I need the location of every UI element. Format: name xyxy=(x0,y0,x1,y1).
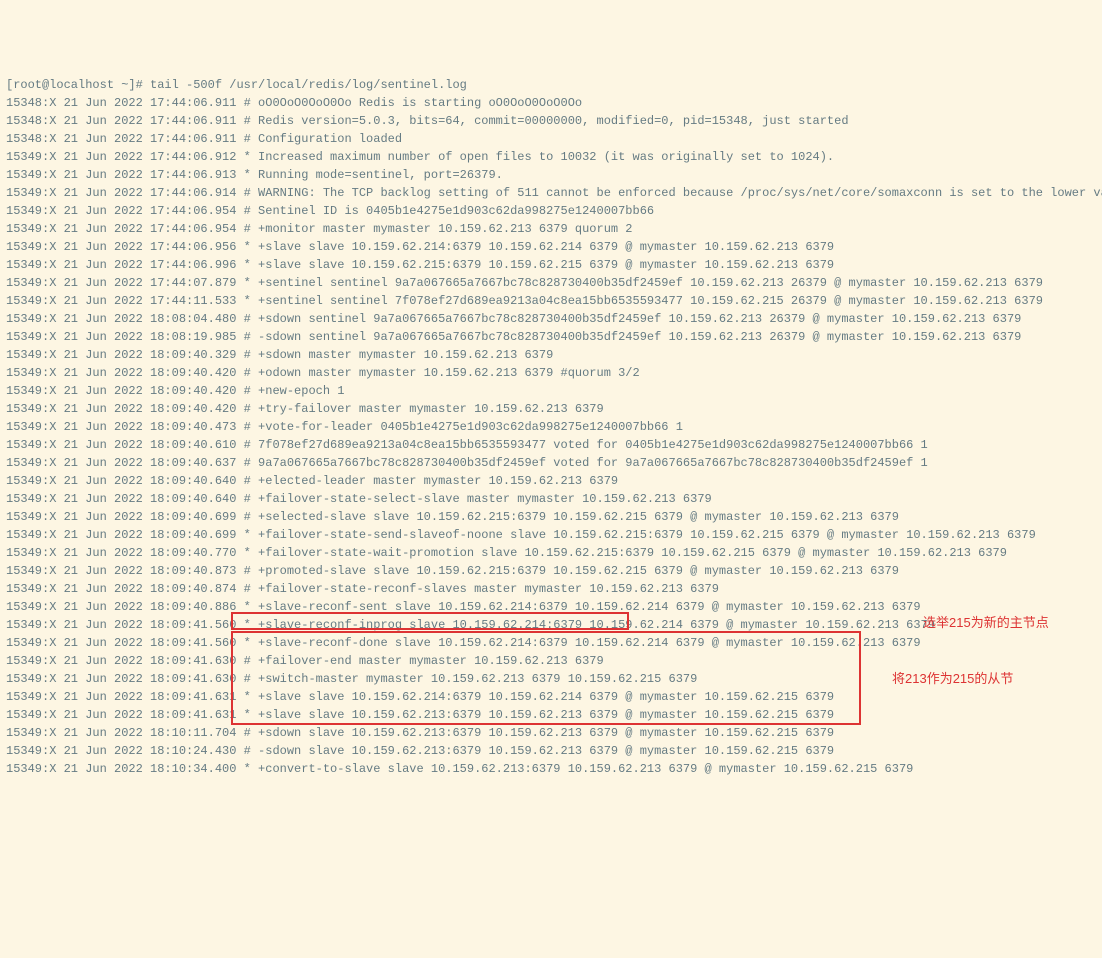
log-line: 15349:X 21 Jun 2022 17:44:06.912 * Incre… xyxy=(6,148,1096,166)
annotation-slave-of: 将213作为215的从节 xyxy=(892,670,1013,688)
log-line: 15349:X 21 Jun 2022 18:09:40.420 # +try-… xyxy=(6,400,1096,418)
log-line: 15349:X 21 Jun 2022 18:08:04.480 # +sdow… xyxy=(6,310,1096,328)
log-line: 15349:X 21 Jun 2022 18:10:34.400 * +conv… xyxy=(6,760,1096,778)
log-line: 15349:X 21 Jun 2022 18:09:40.874 # +fail… xyxy=(6,580,1096,598)
log-line: 15349:X 21 Jun 2022 18:09:40.637 # 9a7a0… xyxy=(6,454,1096,472)
log-line: 15349:X 21 Jun 2022 18:09:40.420 # +new-… xyxy=(6,382,1096,400)
log-line: 15349:X 21 Jun 2022 18:09:41.560 * +slav… xyxy=(6,634,1096,652)
log-line: 15349:X 21 Jun 2022 18:09:40.770 * +fail… xyxy=(6,544,1096,562)
log-line: 15349:X 21 Jun 2022 17:44:06.954 # +moni… xyxy=(6,220,1096,238)
log-line: 15349:X 21 Jun 2022 18:09:40.329 # +sdow… xyxy=(6,346,1096,364)
prompt-line: [root@localhost ~]# tail -500f /usr/loca… xyxy=(6,76,1096,94)
log-line: 15349:X 21 Jun 2022 18:09:40.640 # +elec… xyxy=(6,472,1096,490)
log-line: 15349:X 21 Jun 2022 18:08:19.985 # -sdow… xyxy=(6,328,1096,346)
log-line: 15349:X 21 Jun 2022 18:10:24.430 # -sdow… xyxy=(6,742,1096,760)
log-line: 15349:X 21 Jun 2022 18:09:40.640 # +fail… xyxy=(6,490,1096,508)
log-line: 15349:X 21 Jun 2022 17:44:06.914 # WARNI… xyxy=(6,184,1096,202)
log-line: 15349:X 21 Jun 2022 18:10:11.704 # +sdow… xyxy=(6,724,1096,742)
log-line: 15349:X 21 Jun 2022 18:09:40.699 # +sele… xyxy=(6,508,1096,526)
log-line: 15349:X 21 Jun 2022 17:44:07.879 * +sent… xyxy=(6,274,1096,292)
log-line: 15349:X 21 Jun 2022 17:44:06.996 * +slav… xyxy=(6,256,1096,274)
log-line: 15349:X 21 Jun 2022 18:09:40.420 # +odow… xyxy=(6,364,1096,382)
log-line: 15349:X 21 Jun 2022 18:09:41.631 * +slav… xyxy=(6,688,1096,706)
log-line: 15349:X 21 Jun 2022 17:44:06.913 * Runni… xyxy=(6,166,1096,184)
log-line: 15349:X 21 Jun 2022 18:09:40.473 # +vote… xyxy=(6,418,1096,436)
log-line: 15349:X 21 Jun 2022 17:44:06.956 * +slav… xyxy=(6,238,1096,256)
log-line: 15349:X 21 Jun 2022 18:09:41.631 * +slav… xyxy=(6,706,1096,724)
log-line: 15349:X 21 Jun 2022 18:09:40.610 # 7f078… xyxy=(6,436,1096,454)
annotation-new-master: 选举215为新的主节点 xyxy=(923,614,1049,632)
log-line: 15349:X 21 Jun 2022 18:09:40.873 # +prom… xyxy=(6,562,1096,580)
log-line: 15349:X 21 Jun 2022 18:09:40.699 * +fail… xyxy=(6,526,1096,544)
log-line: 15349:X 21 Jun 2022 17:44:11.533 * +sent… xyxy=(6,292,1096,310)
log-line: 15348:X 21 Jun 2022 17:44:06.911 # oO0Oo… xyxy=(6,94,1096,112)
log-line: 15349:X 21 Jun 2022 18:09:41.630 # +fail… xyxy=(6,652,1096,670)
log-line: 15348:X 21 Jun 2022 17:44:06.911 # Redis… xyxy=(6,112,1096,130)
log-line: 15348:X 21 Jun 2022 17:44:06.911 # Confi… xyxy=(6,130,1096,148)
log-line: 15349:X 21 Jun 2022 17:44:06.954 # Senti… xyxy=(6,202,1096,220)
